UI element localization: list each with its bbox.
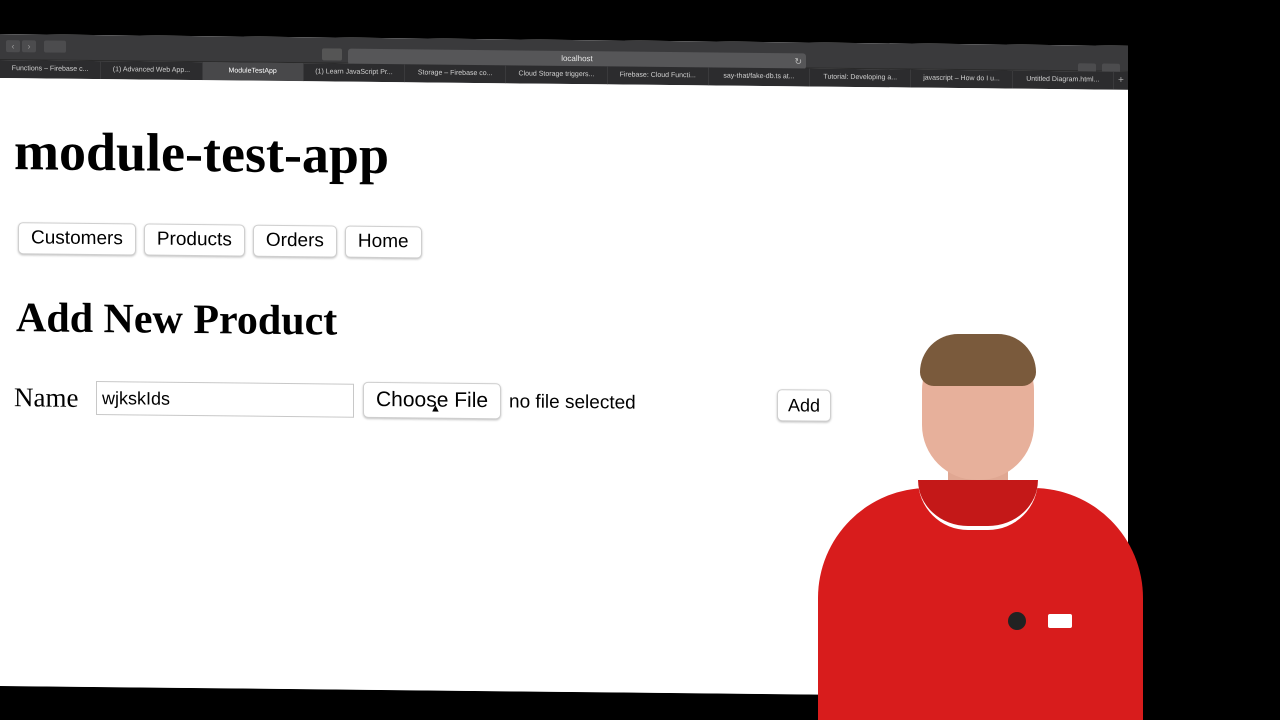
plus-icon[interactable]: + — [1114, 72, 1128, 90]
tab[interactable]: Untitled Diagram.html... — [1012, 70, 1114, 90]
section-title: Add New Product — [16, 295, 338, 345]
chevron-left-icon: ‹ — [11, 41, 15, 52]
reload-icon[interactable]: ↻ — [794, 53, 802, 69]
microphone-icon — [1008, 612, 1026, 630]
file-status: no file selected — [509, 391, 636, 414]
main-menu: Customers Products Orders Home — [18, 222, 422, 259]
orders-button[interactable]: Orders — [252, 224, 337, 258]
tab-active[interactable]: ModuleTestApp — [202, 62, 304, 82]
mouse-pointer-icon: ▲ — [430, 402, 441, 415]
tab[interactable]: Cloud Storage triggers... — [506, 65, 608, 85]
privacy-button[interactable] — [322, 48, 342, 61]
presenter-webcam — [810, 330, 1150, 720]
app-title: module-test-app — [14, 121, 389, 186]
presenter-hair — [920, 334, 1036, 386]
forward-button[interactable]: › — [22, 40, 36, 53]
back-button[interactable]: ‹ — [6, 40, 20, 53]
name-label: Name — [14, 382, 79, 413]
tab[interactable]: Tutorial: Developing a... — [810, 68, 912, 88]
chevron-right-icon: › — [27, 41, 31, 52]
name-input[interactable] — [96, 381, 354, 418]
shirt-logo — [1048, 614, 1072, 628]
sidebar-toggle-button[interactable] — [44, 40, 66, 53]
tab[interactable]: Functions – Firebase c... — [0, 60, 102, 80]
tab[interactable]: javascript – How do I u... — [911, 69, 1013, 89]
tab[interactable]: Firebase: Cloud Functi... — [607, 66, 709, 86]
home-button[interactable]: Home — [344, 225, 422, 259]
tab[interactable]: (1) Advanced Web App... — [101, 61, 203, 81]
add-product-form: Name Choose File ▲ no file selected Add — [14, 378, 914, 427]
customers-button[interactable]: Customers — [18, 222, 136, 256]
products-button[interactable]: Products — [143, 223, 245, 257]
tab[interactable]: say-that/fake-db.ts at... — [708, 67, 811, 87]
url-text: localhost — [561, 53, 593, 64]
tab[interactable]: Storage – Firebase co... — [405, 64, 507, 84]
tab[interactable]: (1) Learn JavaScript Pr... — [303, 63, 406, 83]
